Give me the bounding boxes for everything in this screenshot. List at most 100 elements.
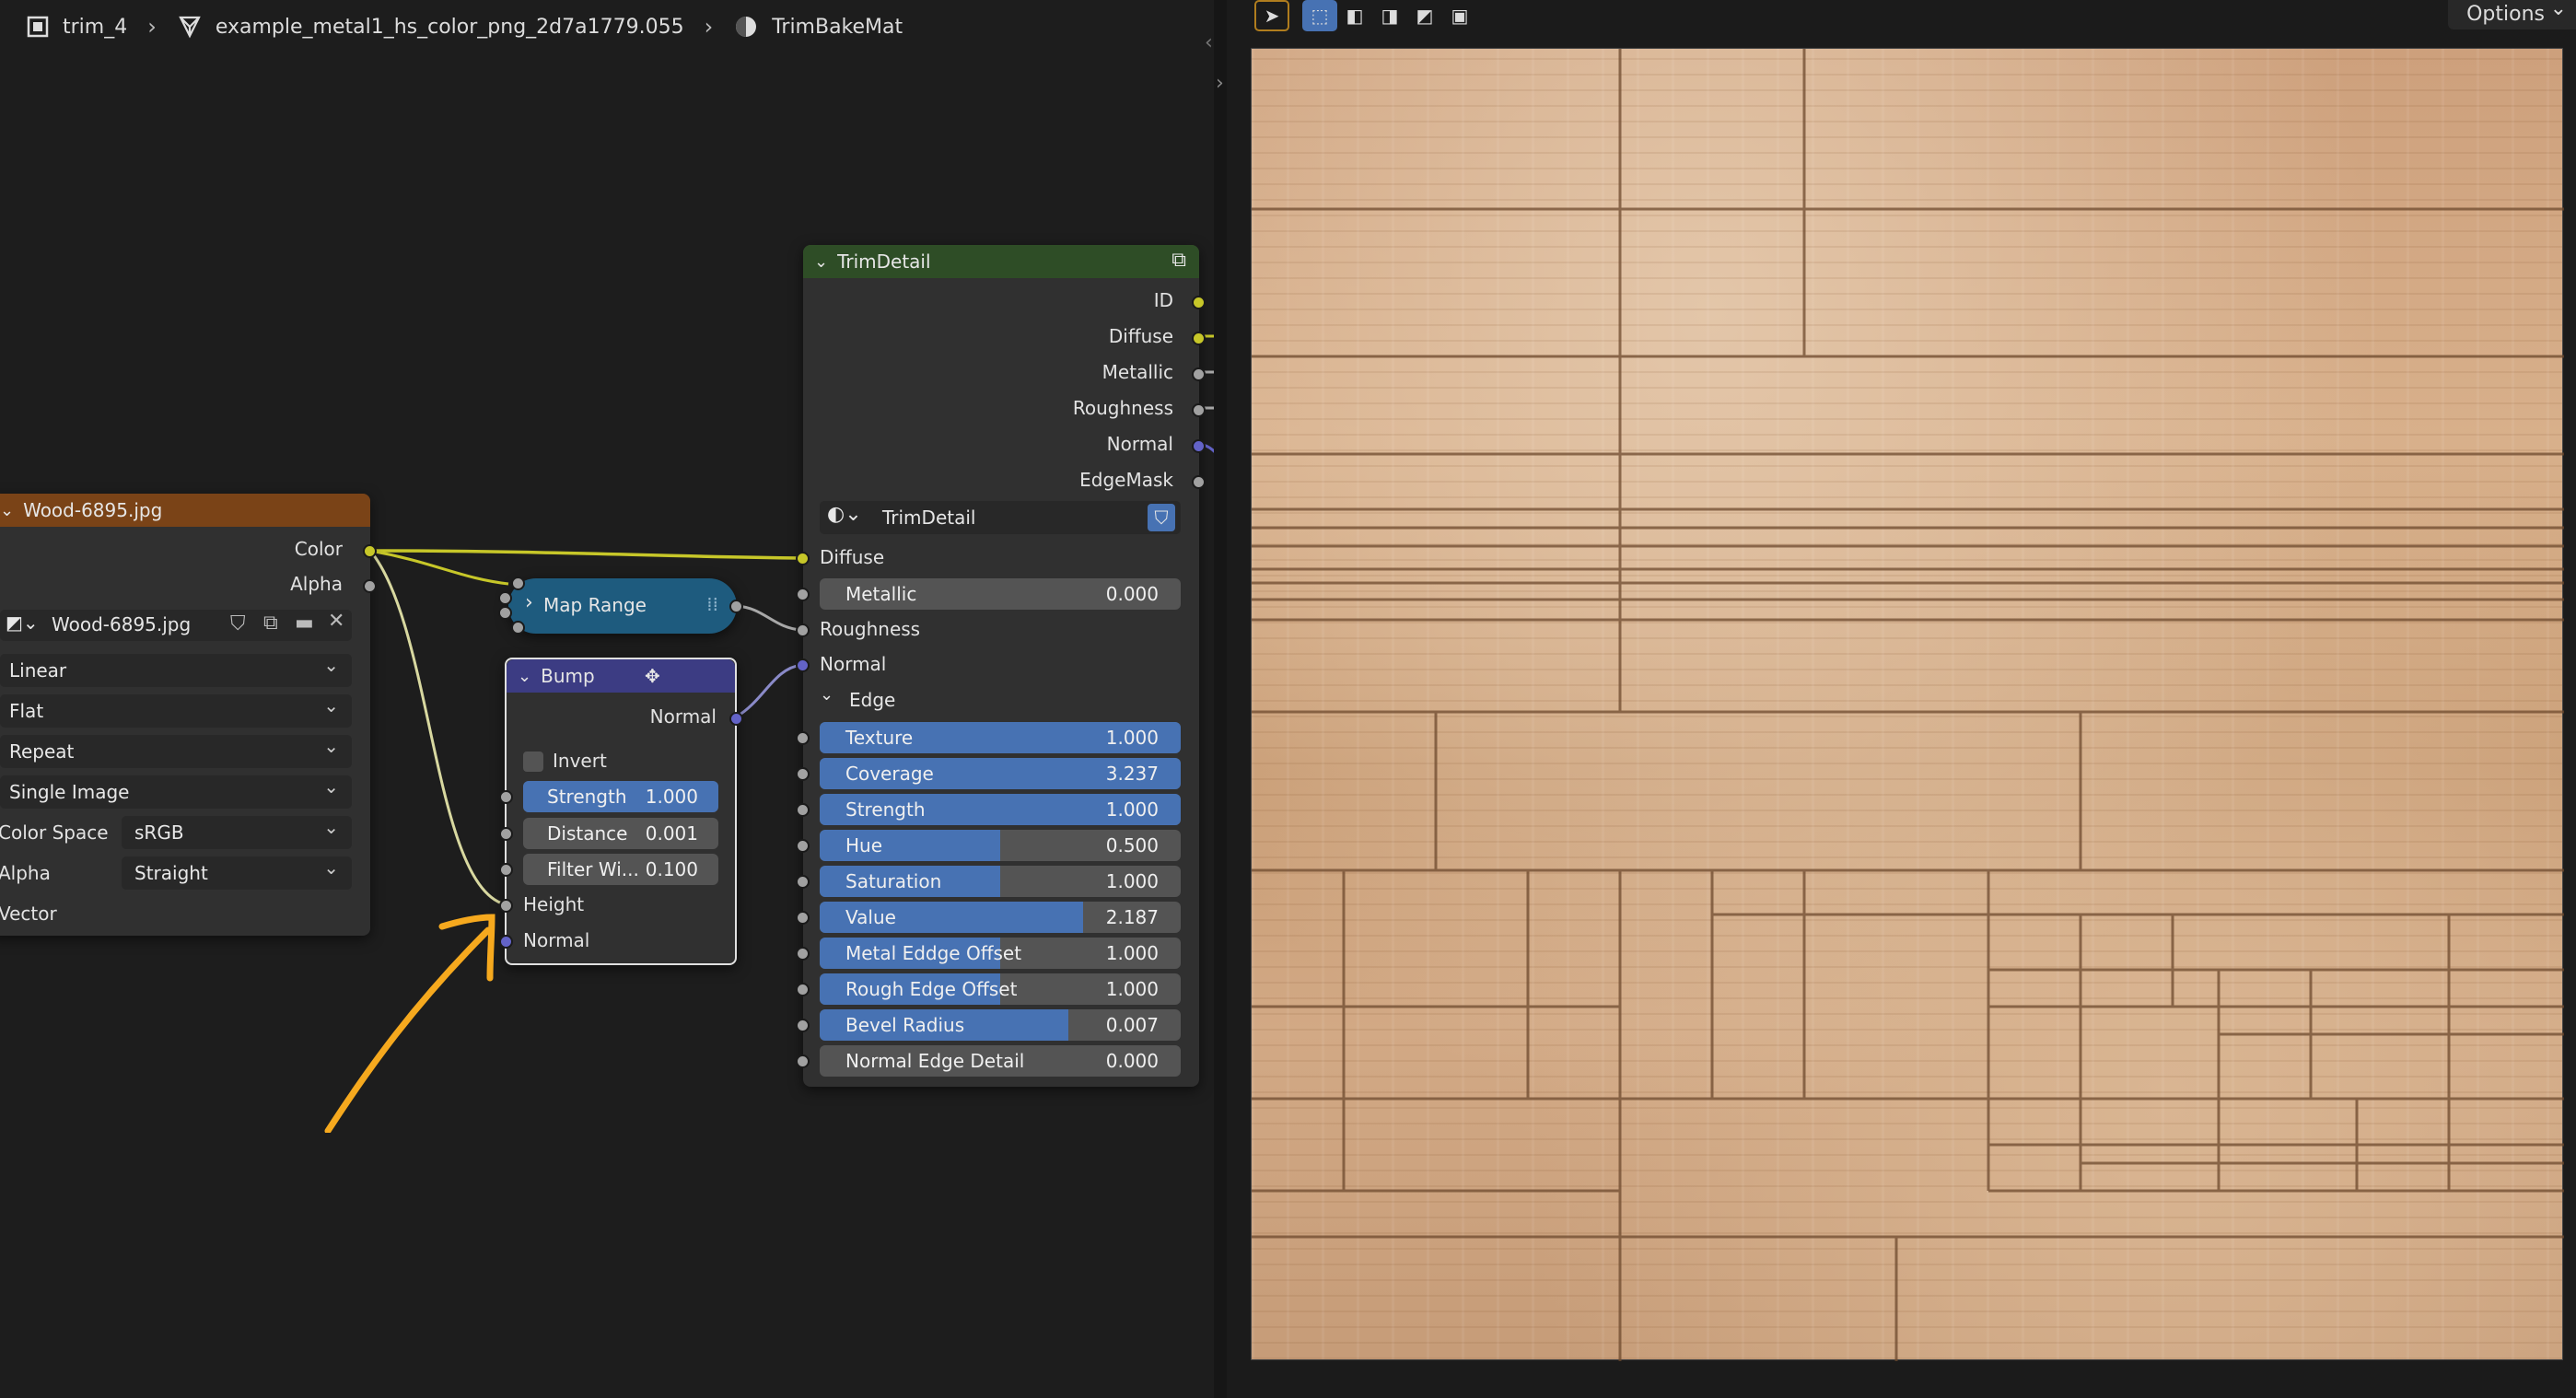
projection-dropdown[interactable]: Flat <box>0 689 352 728</box>
map-range-output-socket[interactable] <box>729 600 743 613</box>
edge-field-label: Metal Eddge Offset <box>845 942 1022 964</box>
extension-dropdown[interactable]: Repeat <box>0 729 352 768</box>
edge-input-socket[interactable] <box>796 767 810 781</box>
edge-field-label: Texture <box>845 727 914 749</box>
output-id-socket[interactable] <box>1192 296 1206 309</box>
select-intersect-icon[interactable]: ▣ <box>1442 0 1477 31</box>
select-subtract-icon[interactable]: ◨ <box>1372 0 1407 31</box>
output-metallic-socket[interactable] <box>1192 367 1206 381</box>
map-range-input-socket[interactable] <box>511 621 525 635</box>
close-icon[interactable]: ✕ <box>328 610 344 633</box>
output-edgemask-label: EdgeMask <box>1079 469 1173 491</box>
input-normal-socket[interactable] <box>796 658 810 672</box>
bump-strength-field[interactable]: Strength 1.000 <box>523 781 718 812</box>
node-tree-browse-icon[interactable]: ◐⌄ <box>827 503 862 526</box>
edge-input-socket[interactable] <box>796 983 810 996</box>
edge-field-value: 0.000 <box>1105 1050 1159 1072</box>
options-dropdown[interactable]: Options <box>2448 0 2576 29</box>
group-selector[interactable]: ◐⌄ TrimDetail ⛉ <box>820 501 1181 534</box>
area-divider[interactable]: › <box>1214 0 1227 1398</box>
alpha-dropdown[interactable]: Straight <box>122 851 352 890</box>
edge-input-socket[interactable] <box>796 1019 810 1032</box>
chevron-down-icon[interactable]: ⌄ <box>814 252 828 272</box>
bump-output-normal-socket[interactable] <box>729 712 743 726</box>
trimdetail-group-node[interactable]: ⌄ TrimDetail ⧉ ID Diffuse Metallic Rough… <box>796 245 1206 1087</box>
edge-field-coverage[interactable]: Coverage 3.237 <box>820 758 1181 789</box>
node-group-icon[interactable]: ⧉ <box>1171 249 1186 272</box>
edge-input-socket[interactable] <box>796 731 810 745</box>
image-editor[interactable]: ➤ ⬚ ◧ ◨ ◩ ▣ Options <box>1227 0 2576 1398</box>
image-node-header[interactable]: ⌄ Wood-6895.jpg <box>0 494 370 527</box>
metallic-field[interactable]: Metallic 0.000 <box>820 578 1181 610</box>
output-diffuse-socket[interactable] <box>1192 332 1206 345</box>
normal-input-socket[interactable] <box>499 935 513 949</box>
output-metallic-label: Metallic <box>1102 361 1173 383</box>
map-range-input-socket[interactable] <box>498 591 512 605</box>
input-diffuse-socket[interactable] <box>796 552 810 565</box>
input-roughness-socket[interactable] <box>796 623 810 637</box>
edge-field-metal-eddge-offset[interactable]: Metal Eddge Offset 1.000 <box>820 938 1181 969</box>
chevron-right-icon[interactable]: › <box>525 591 533 614</box>
edge-panel-header[interactable]: ⌄ Edge <box>820 685 1181 716</box>
bump-filter-width-field[interactable]: Filter Wi... 0.100 <box>523 854 718 885</box>
cursor-tool-icon[interactable]: ➤ <box>1254 0 1289 31</box>
sidebar-collapse-arrow-icon[interactable]: ‹ <box>1205 31 1213 54</box>
trimdetail-node-title: TrimDetail <box>837 250 931 273</box>
height-input-socket[interactable] <box>499 899 513 913</box>
map-range-input-socket[interactable] <box>511 577 525 590</box>
trimdetail-node-header[interactable]: ⌄ TrimDetail ⧉ <box>803 245 1199 278</box>
edge-field-rough-edge-offset[interactable]: Rough Edge Offset 1.000 <box>820 973 1181 1005</box>
input-diffuse-label: Diffuse <box>820 546 885 568</box>
map-range-node[interactable]: › Map Range ⁞⁞ <box>508 578 737 634</box>
strength-input-socket[interactable] <box>499 790 513 804</box>
output-alpha-label: Alpha <box>290 573 343 595</box>
invert-checkbox[interactable] <box>523 751 543 772</box>
output-normal-socket[interactable] <box>1192 439 1206 453</box>
open-folder-icon[interactable]: ▬ <box>295 612 314 635</box>
color-space-dropdown[interactable]: sRGB <box>122 810 352 849</box>
map-range-input-socket[interactable] <box>498 606 512 620</box>
image-selector[interactable]: ◩⌄ Wood-6895.jpg ⛉ ⧉ ▬ ✕ <box>0 610 352 641</box>
bump-distance-field[interactable]: Distance 0.001 <box>523 818 718 849</box>
edge-field-strength[interactable]: Strength 1.000 <box>820 794 1181 825</box>
edge-input-socket[interactable] <box>796 875 810 889</box>
fake-user-icon[interactable]: ⛉ <box>230 612 246 635</box>
group-name[interactable]: TrimDetail <box>882 507 975 529</box>
chevron-down-icon[interactable]: ⌄ <box>820 685 833 705</box>
image-browse-icon[interactable]: ◩⌄ <box>6 612 39 634</box>
edge-field-saturation[interactable]: Saturation 1.000 <box>820 866 1181 897</box>
edge-field-texture[interactable]: Texture 1.000 <box>820 722 1181 753</box>
bump-node[interactable]: ⌄ Bump ✥ Normal Invert Strength 1.000 Di… <box>499 658 743 965</box>
input-metallic-socket[interactable] <box>796 588 810 601</box>
duplicate-icon[interactable]: ⧉ <box>263 612 278 635</box>
node-editor[interactable]: trim_4 › example_metal1_hs_color_png_2d7… <box>0 0 1214 1398</box>
select-extend-icon[interactable]: ◧ <box>1337 0 1372 31</box>
source-dropdown[interactable]: Single Image <box>0 770 352 809</box>
fake-user-shield-icon[interactable]: ⛉ <box>1148 504 1175 531</box>
select-box-icon[interactable]: ⬚ <box>1302 0 1337 31</box>
edge-input-socket[interactable] <box>796 911 810 925</box>
output-alpha-socket[interactable] <box>363 579 377 593</box>
edge-input-socket[interactable] <box>796 947 810 961</box>
edge-input-socket[interactable] <box>796 1054 810 1068</box>
edge-field-hue[interactable]: Hue 0.500 <box>820 830 1181 861</box>
chevron-down-icon[interactable]: ⌄ <box>518 667 531 686</box>
distance-input-socket[interactable] <box>499 827 513 841</box>
edge-input-socket[interactable] <box>796 839 810 853</box>
edge-field-value[interactable]: Value 2.187 <box>820 902 1181 933</box>
filter-width-input-socket[interactable] <box>499 863 513 877</box>
bump-node-header[interactable]: ⌄ Bump ✥ <box>507 659 735 693</box>
texture-preview[interactable] <box>1251 48 2564 1361</box>
edge-input-socket[interactable] <box>796 803 810 817</box>
interpolation-dropdown[interactable]: Linear <box>0 648 352 687</box>
select-invert-icon[interactable]: ◩ <box>1407 0 1442 31</box>
edge-field-normal-edge-detail[interactable]: Normal Edge Detail 0.000 <box>820 1045 1181 1077</box>
image-name[interactable]: Wood-6895.jpg <box>52 613 191 635</box>
chevron-down-icon[interactable]: ⌄ <box>0 501 14 520</box>
panel-toggle-arrow-icon[interactable]: › <box>1216 72 1224 95</box>
output-roughness-socket[interactable] <box>1192 403 1206 417</box>
output-color-socket[interactable] <box>363 544 377 558</box>
output-edgemask-socket[interactable] <box>1192 475 1206 489</box>
image-texture-node[interactable]: ⌄ Wood-6895.jpg Color Alpha ◩⌄ Wood-6895… <box>0 494 377 936</box>
edge-field-bevel-radius[interactable]: Bevel Radius 0.007 <box>820 1009 1181 1041</box>
